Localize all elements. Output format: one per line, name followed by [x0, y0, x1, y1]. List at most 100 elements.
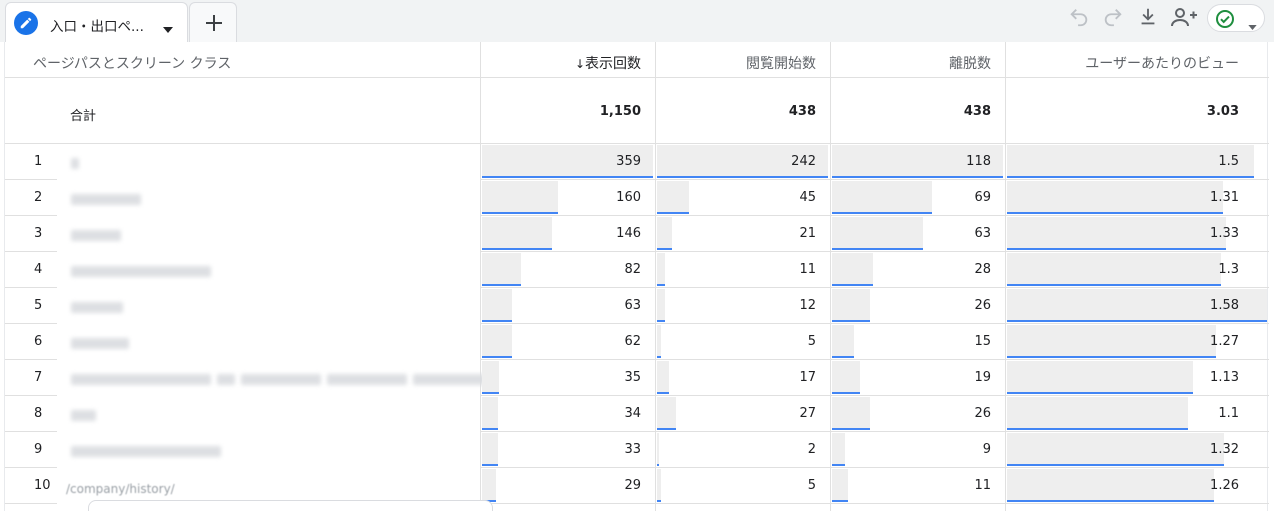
metric-value: 242 [791, 154, 816, 169]
value-bar [482, 469, 496, 502]
metric-value: 69 [974, 190, 991, 205]
metric-cell-m3: 28 [830, 252, 1005, 288]
caret-down-icon[interactable] [163, 18, 173, 37]
metric-value: 5 [807, 334, 816, 349]
value-bar-baseline [482, 176, 653, 178]
value-bar-baseline [482, 248, 552, 250]
redacted-text [71, 446, 221, 457]
page-path-redacted[interactable] [57, 432, 480, 468]
table-row[interactable]: 7 35 17 19 1.13 [5, 360, 1269, 396]
value-bar [657, 289, 665, 322]
table-row[interactable]: 6 62 5 15 1.27 [5, 324, 1269, 360]
metric-cell-m2: 5 [655, 468, 830, 504]
header-views[interactable]: ↓表示回数 [480, 42, 655, 77]
page-path-redacted[interactable] [57, 216, 480, 252]
totals-label: 合計 [70, 109, 97, 124]
value-bar [482, 325, 512, 358]
table-row[interactable]: 10 29 5 11 1.26 [5, 468, 1269, 504]
redacted-text [71, 374, 211, 385]
value-bar-baseline [1007, 392, 1193, 394]
value-bar [657, 325, 661, 358]
table-row[interactable]: 5 63 12 26 1.58 [5, 288, 1269, 324]
metric-value: 63 [624, 298, 641, 313]
value-bar-baseline [482, 392, 499, 394]
value-bar [657, 361, 669, 394]
redacted-text [71, 158, 79, 169]
value-bar [657, 397, 676, 430]
caret-down-icon [1248, 15, 1257, 34]
total-exits: 438 [963, 104, 991, 119]
metric-cell-m2: 2 [655, 432, 830, 468]
page-path-redacted[interactable] [57, 252, 480, 288]
metric-value: 118 [966, 154, 991, 169]
metric-cell-m1: 35 [480, 360, 655, 396]
metric-value: 33 [624, 442, 641, 457]
row-index: 9 [5, 432, 57, 468]
table-row[interactable]: 4 82 11 28 1.3 [5, 252, 1269, 288]
metric-cell-m2: 21 [655, 216, 830, 252]
header-views-per-user[interactable]: ユーザーあたりのビュー [1005, 42, 1269, 77]
value-bar-baseline [832, 284, 873, 286]
header-dimension-label: ページパスとスクリーン クラス [33, 56, 232, 72]
metric-cell-m1: 29 [480, 468, 655, 504]
tab-exploration[interactable]: 入口・出口ペ... [5, 2, 188, 42]
header-views-label: 表示回数 [585, 56, 641, 72]
pencil-icon[interactable] [14, 11, 38, 35]
page-path-redacted[interactable] [57, 324, 480, 360]
value-bar-baseline [832, 464, 845, 466]
add-tab-button[interactable] [189, 2, 237, 42]
check-circle-icon [1215, 9, 1235, 33]
value-bar [1007, 397, 1188, 430]
table-row[interactable]: 8 34 27 26 1.1 [5, 396, 1269, 432]
value-bar-baseline [1007, 320, 1267, 322]
metric-value: 160 [616, 190, 641, 205]
value-bar [657, 253, 665, 286]
metric-value: 35 [624, 370, 641, 385]
table-row[interactable]: 1 359 242 118 1.5 [5, 144, 1269, 180]
value-bar [482, 253, 521, 286]
page-path-redacted[interactable] [57, 360, 488, 396]
metric-value: 1.5 [1218, 154, 1239, 169]
share-user-icon[interactable] [1170, 6, 1198, 32]
metric-cell-m2: 11 [655, 252, 830, 288]
value-bar [1007, 433, 1224, 466]
value-bar-baseline [832, 500, 848, 502]
header-exits[interactable]: 離脱数 [830, 42, 1005, 77]
metric-cell-m4: 1.5 [1005, 144, 1269, 180]
table-row[interactable]: 9 33 2 9 1.32 [5, 432, 1269, 468]
value-bar-baseline [1007, 248, 1226, 250]
value-bar [1007, 217, 1226, 250]
status-dropdown[interactable] [1207, 4, 1265, 32]
metric-cell-m1: 34 [480, 396, 655, 432]
page-path-redacted[interactable] [57, 396, 480, 432]
undo-icon[interactable] [1068, 6, 1090, 32]
table-row[interactable]: 3 146 21 63 1.33 [5, 216, 1269, 252]
value-bar-baseline [832, 248, 923, 250]
header-dimension[interactable]: ページパスとスクリーン クラス [5, 42, 480, 77]
value-bar-baseline [1007, 284, 1221, 286]
page-path-redacted[interactable] [57, 180, 480, 216]
value-bar [1007, 145, 1254, 178]
metric-cell-m3: 26 [830, 396, 1005, 432]
value-bar [1007, 253, 1221, 286]
value-bar-baseline [482, 464, 498, 466]
metric-cell-m4: 1.32 [1005, 432, 1269, 468]
metric-value: 1.27 [1210, 334, 1239, 349]
page-path-redacted[interactable] [57, 288, 480, 324]
redo-icon[interactable] [1102, 6, 1124, 32]
value-bar [832, 217, 923, 250]
tab-label: 入口・出口ペ... [50, 19, 144, 35]
download-icon[interactable] [1137, 6, 1159, 32]
total-entrances: 438 [788, 104, 816, 119]
metric-value: 34 [624, 406, 641, 421]
metric-value: 1.1 [1218, 406, 1239, 421]
page-path-redacted[interactable] [57, 144, 480, 180]
table-row[interactable]: 2 160 45 69 1.31 [5, 180, 1269, 216]
metric-value: 1.58 [1210, 298, 1239, 313]
value-bar [482, 181, 558, 214]
metric-value: 146 [616, 226, 641, 241]
metric-cell-m1: 160 [480, 180, 655, 216]
metric-value: 82 [624, 262, 641, 277]
header-entrances[interactable]: 閲覧開始数 [655, 42, 830, 77]
value-bar [482, 289, 512, 322]
